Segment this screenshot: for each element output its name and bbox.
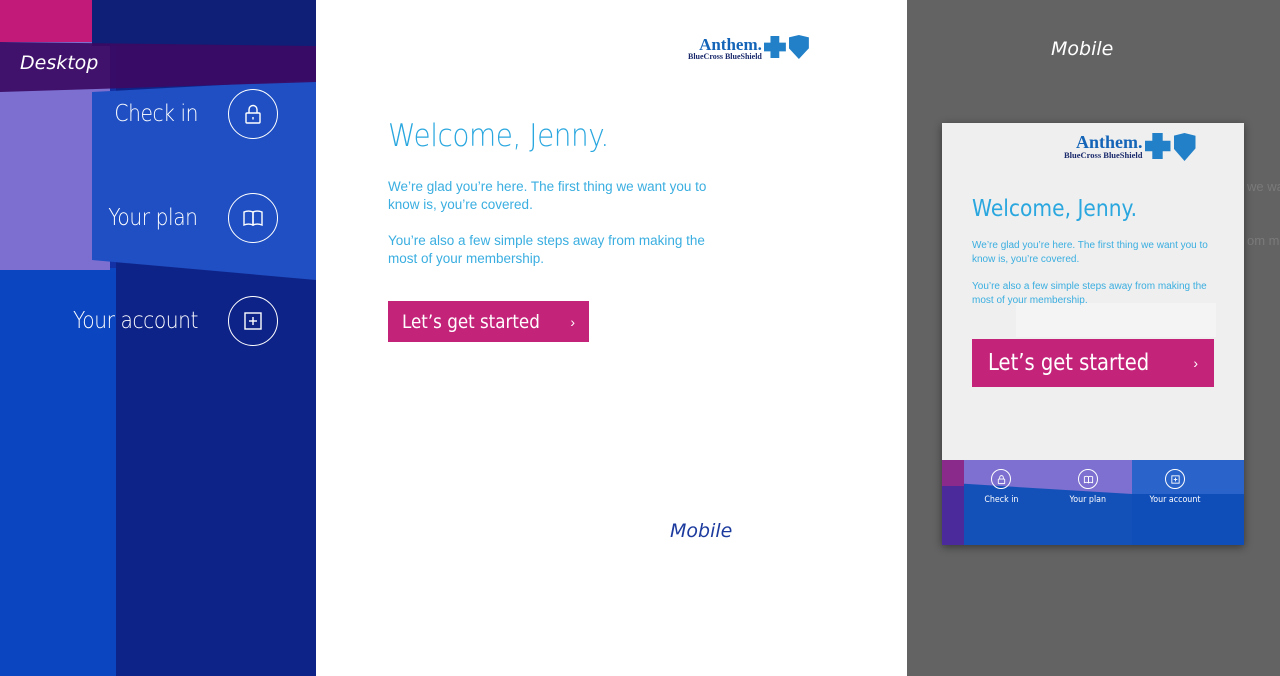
logo-subtitle: BlueCross BlueShield [1064,150,1143,160]
nav-bg-shape [0,0,92,42]
book-icon [1078,469,1098,489]
blue-shield-icon [788,35,809,59]
nav-item-check-in[interactable]: Check in [103,89,278,139]
ghost-text: om m [1247,233,1280,248]
book-icon [228,193,278,243]
anthem-logo[interactable]: Anthem. BlueCross BlueShield [1064,133,1196,161]
desktop-nav-panel: Desktop Check in Your plan Your account [0,0,316,676]
blue-cross-icon [763,36,786,58]
mobile-mockup: Anthem. BlueCross BlueShield Welcome, Je… [942,123,1244,545]
logo-subtitle: BlueCross BlueShield [688,52,762,61]
welcome-paragraph-2: You’re also a few simple steps away from… [388,233,705,266]
welcome-paragraph-1: We’re glad you’re here. The first thing … [388,179,707,212]
desktop-label: Desktop [20,52,99,74]
nav-item-your-account[interactable]: Your account [1131,469,1219,505]
blue-shield-icon [1173,133,1196,161]
nav-item-your-account[interactable]: Your account [56,296,278,346]
nav-item-check-in[interactable]: Check in [957,469,1045,505]
get-started-label: Let’s get started [988,350,1150,376]
nav-item-label: Check in [983,495,1019,505]
plus-square-icon [1165,469,1185,489]
desktop-welcome-panel: Anthem. BlueCross BlueShield Welcome, Je… [316,0,907,676]
nav-item-label: Your plan [108,205,199,231]
nav-item-your-plan[interactable]: Your plan [96,193,278,243]
welcome-title: Welcome, Jenny. [972,196,1138,222]
anthem-logo[interactable]: Anthem. BlueCross BlueShield [688,35,809,61]
welcome-title: Welcome, Jenny. [388,118,609,154]
logo-brand-name: Anthem. [699,35,762,54]
nav-bg-shape [92,0,316,46]
nav-item-label: Check in [114,101,198,127]
logo-text: Anthem. BlueCross BlueShield [1064,133,1143,160]
ghost-text: we wa [1247,179,1280,194]
stage: Desktop Check in Your plan Your account … [0,0,1280,676]
chevron-right-icon: › [1193,355,1198,371]
ghost-button-shadow [1016,303,1216,337]
get-started-label: Let’s get started [402,310,540,333]
mobile-bottom-nav: Check in Your plan Your account [942,460,1244,545]
welcome-paragraph-1: We’re glad you’re here. The first thing … [972,240,1208,265]
chevron-right-icon: › [570,313,575,330]
nav-item-your-plan[interactable]: Your plan [1044,469,1132,505]
mobile-label: Mobile [670,520,733,542]
nav-item-label: Your account [72,308,198,334]
lock-icon [991,469,1011,489]
logo-brand-name: Anthem. [1076,132,1143,152]
plus-square-icon [228,296,278,346]
mobile-preview-panel: Mobile we wa om m Anthem. BlueCross Blue… [907,0,1280,676]
mobile-label: Mobile [1051,38,1114,60]
logo-text: Anthem. BlueCross BlueShield [688,36,762,61]
get-started-button[interactable]: Let’s get started › [388,301,589,342]
blue-cross-icon [1144,133,1171,159]
get-started-button[interactable]: Let’s get started › [972,339,1214,387]
nav-item-label: Your plan [1069,495,1107,505]
nav-item-label: Your account [1149,495,1201,505]
lock-icon [228,89,278,139]
